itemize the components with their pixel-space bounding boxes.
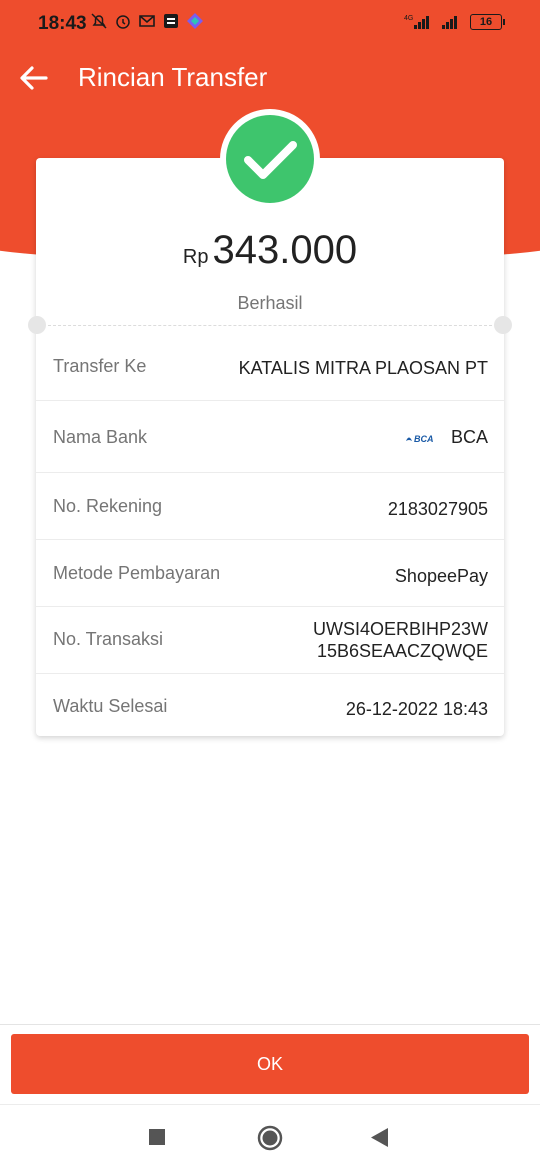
back-arrow-icon[interactable] [16, 60, 52, 96]
transfer-amount: Rp 343.000 [36, 228, 504, 273]
card-notch-left [28, 316, 46, 334]
app-bar: Rincian Transfer [0, 48, 540, 108]
transfer-to-label: Transfer Ke [53, 356, 147, 376]
notification-icons [90, 12, 204, 30]
svg-text:4G: 4G [404, 15, 413, 22]
dashed-divider [48, 325, 492, 326]
detail-row-transfer-to: Transfer Ke KATALIS MITRA PLAOSAN PT [36, 334, 504, 401]
transfer-detail-screen: 18:43 4G 16 Rincian Transfer Rp 343.000 … [0, 0, 540, 1170]
payment-method-label: Metode Pembayaran [53, 563, 221, 583]
status-bar: 18:43 4G 16 [0, 0, 540, 48]
detail-row-account: No. Rekening 2183027905 [36, 473, 504, 540]
system-nav-bar [0, 1105, 540, 1170]
status-label: Berhasil [237, 293, 303, 313]
account-label: No. Rekening [53, 496, 163, 516]
currency-label: Rp [182, 246, 209, 268]
payment-method-value: ShopeePay [394, 566, 488, 586]
signal-icon [442, 16, 457, 29]
status-right: 4G 16 [404, 14, 505, 30]
amount-value: 343.000 [212, 228, 358, 272]
detail-list: Transfer Ke KATALIS MITRA PLAOSAN PT Nam… [36, 334, 504, 740]
app-notification-icon [164, 14, 178, 28]
completed-time-label: Waktu Selesai [53, 696, 168, 716]
ok-button[interactable]: OK [11, 1034, 529, 1094]
account-value: 2183027905 [387, 499, 488, 519]
bank-label: Nama Bank [53, 427, 148, 447]
page-title: Rincian Transfer [78, 62, 268, 92]
transaction-value: UWSI4OERBIHP23W 15B6SEAACZQWQE [313, 618, 488, 662]
detail-row-completed-time: Waktu Selesai 26-12-2022 18:43 [36, 674, 504, 740]
completed-time-value: 26-12-2022 18:43 [345, 699, 488, 719]
transaction-id-line2: 15B6SEAACZQWQE [316, 641, 488, 661]
bottom-separator [0, 1024, 540, 1025]
transaction-id-line1: UWSI4OERBIHP23W [312, 619, 488, 639]
battery-indicator: 16 [470, 14, 505, 30]
bank-value-group: BCA BCA [405, 426, 488, 448]
status-time: 18:43 [38, 13, 87, 34]
alarm-icon [116, 15, 130, 29]
detail-row-payment-method: Metode Pembayaran ShopeePay [36, 540, 504, 607]
gmail-icon [139, 15, 155, 27]
transfer-to-value: KATALIS MITRA PLAOSAN PT [238, 358, 488, 378]
bca-logo-icon: BCA [405, 434, 434, 444]
detail-row-bank: Nama Bank BCA BCA [36, 401, 504, 473]
svg-text:BCA: BCA [414, 434, 434, 444]
card-notch-right [494, 316, 512, 334]
bank-value: BCA [450, 427, 488, 447]
bell-off-icon [91, 13, 107, 29]
recents-square-icon[interactable] [149, 1129, 165, 1145]
signal-4g-icon: 4G [404, 15, 429, 29]
back-triangle-icon[interactable] [371, 1128, 389, 1147]
home-circle-icon[interactable] [257, 1125, 283, 1151]
success-check-icon [226, 115, 314, 203]
detail-row-transaction: No. Transaksi UWSI4OERBIHP23W 15B6SEAACZ… [36, 607, 504, 674]
transaction-label: No. Transaksi [53, 629, 164, 649]
app-logo-icon [187, 13, 203, 29]
